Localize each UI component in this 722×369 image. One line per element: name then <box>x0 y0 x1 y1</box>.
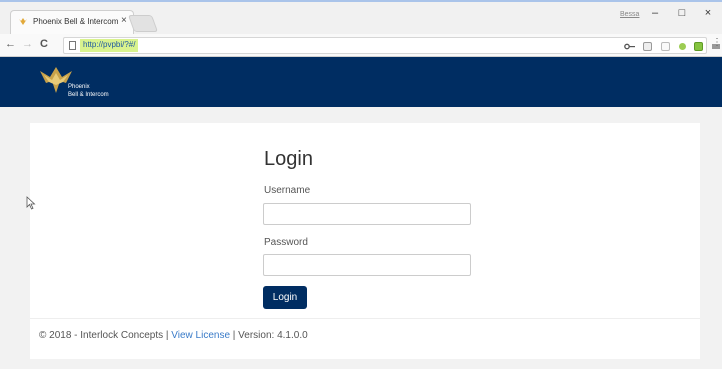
footer-separator: | <box>230 330 239 341</box>
login-title: Login <box>264 148 313 170</box>
view-license-link[interactable]: View License <box>171 330 230 341</box>
window-top-border <box>0 0 722 2</box>
footer: © 2018 - Interlock Concepts | View Licen… <box>39 330 308 341</box>
tab-close-icon[interactable]: × <box>121 15 127 26</box>
forward-button[interactable]: → <box>22 38 33 50</box>
version-text: Version: 4.1.0.0 <box>238 330 308 341</box>
site-header: Phoenix Bell & Intercom <box>0 57 722 107</box>
extension-icon[interactable] <box>643 42 652 51</box>
new-tab-button[interactable] <box>127 15 159 32</box>
back-button[interactable]: ← <box>5 38 16 50</box>
password-field[interactable] <box>263 254 471 276</box>
divider <box>30 318 700 319</box>
mouse-cursor-icon <box>26 196 36 210</box>
lightbulb-icon[interactable] <box>679 43 686 50</box>
tab-title: Phoenix Bell & Intercom <box>33 17 119 26</box>
address-bar[interactable]: http://pvpbi/?#/ <box>63 37 720 54</box>
reload-button[interactable]: C <box>40 38 48 50</box>
browser-chrome: Phoenix Bell & Intercom × Bessa – □ × ← … <box>0 0 722 57</box>
browser-menu-icon[interactable]: ⋮ <box>712 37 722 48</box>
phoenix-favicon-icon <box>19 18 27 25</box>
profile-name[interactable]: Bessa <box>620 11 639 18</box>
close-window-button[interactable]: × <box>697 7 719 23</box>
page-icon <box>69 41 76 50</box>
url-text[interactable]: http://pvpbi/?#/ <box>80 39 139 52</box>
maximize-button[interactable]: □ <box>671 7 693 23</box>
password-label: Password <box>264 237 308 248</box>
minimize-button[interactable]: – <box>644 7 666 23</box>
copyright-text: © 2018 - Interlock Concepts | <box>39 330 172 341</box>
login-button[interactable]: Login <box>263 286 307 309</box>
browser-toolbar: ← → C http://pvpbi/?#/ ⋮ <box>0 34 722 56</box>
username-label: Username <box>264 185 311 196</box>
browser-tab[interactable]: Phoenix Bell & Intercom × <box>10 10 134 34</box>
login-card: Login Username Password Login © 2018 - I… <box>30 123 700 359</box>
bookmark-icon[interactable] <box>661 42 670 51</box>
logo-text: Phoenix Bell & Intercom <box>68 84 109 98</box>
green-extension-icon[interactable] <box>694 42 703 51</box>
key-icon[interactable] <box>624 42 635 51</box>
username-field[interactable] <box>263 203 471 225</box>
